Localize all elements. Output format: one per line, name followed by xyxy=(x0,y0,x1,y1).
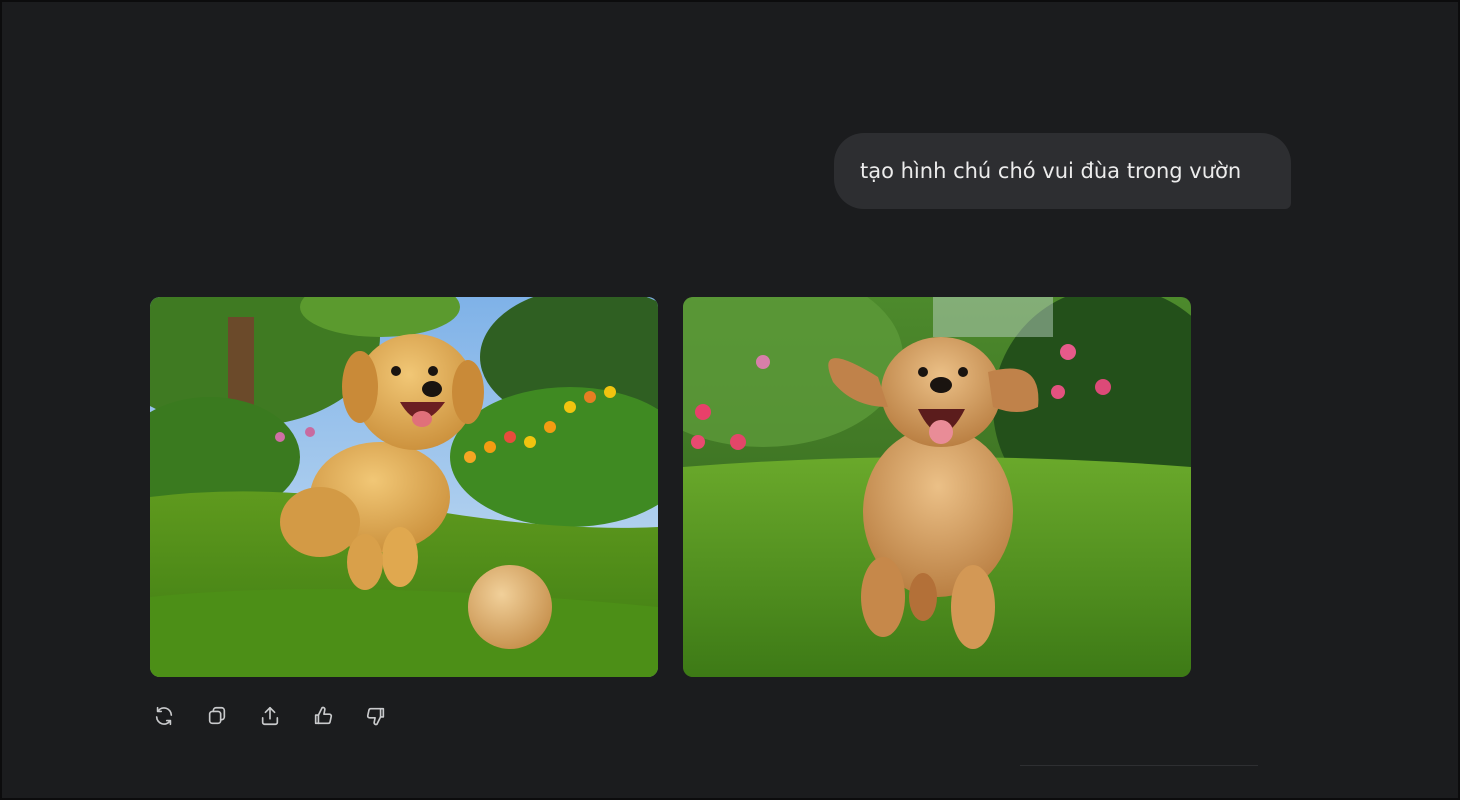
user-message-bubble: tạo hình chú chó vui đùa trong vườn xyxy=(834,133,1291,209)
divider xyxy=(1020,765,1258,766)
copy-icon xyxy=(208,706,226,725)
puppy-image-art xyxy=(150,297,658,677)
generated-image-running-dog[interactable] xyxy=(683,297,1191,677)
share-icon xyxy=(261,706,279,726)
copy-button[interactable] xyxy=(203,702,231,730)
generated-image-puppy[interactable] xyxy=(150,297,658,677)
chat-window: tạo hình chú chó vui đùa trong vườn xyxy=(0,0,1460,800)
thumbs-up-icon xyxy=(314,706,333,725)
like-button[interactable] xyxy=(309,702,337,730)
tennis-ball xyxy=(468,565,552,649)
thumbs-down-icon xyxy=(366,707,385,726)
user-message-text: tạo hình chú chó vui đùa trong vườn xyxy=(860,159,1242,183)
dislike-button[interactable] xyxy=(362,702,390,730)
refresh-icon xyxy=(155,706,173,726)
running-dog-image-art xyxy=(683,297,1191,677)
regenerate-button[interactable] xyxy=(150,702,178,730)
share-button[interactable] xyxy=(256,702,284,730)
response-actions-toolbar xyxy=(150,702,390,730)
